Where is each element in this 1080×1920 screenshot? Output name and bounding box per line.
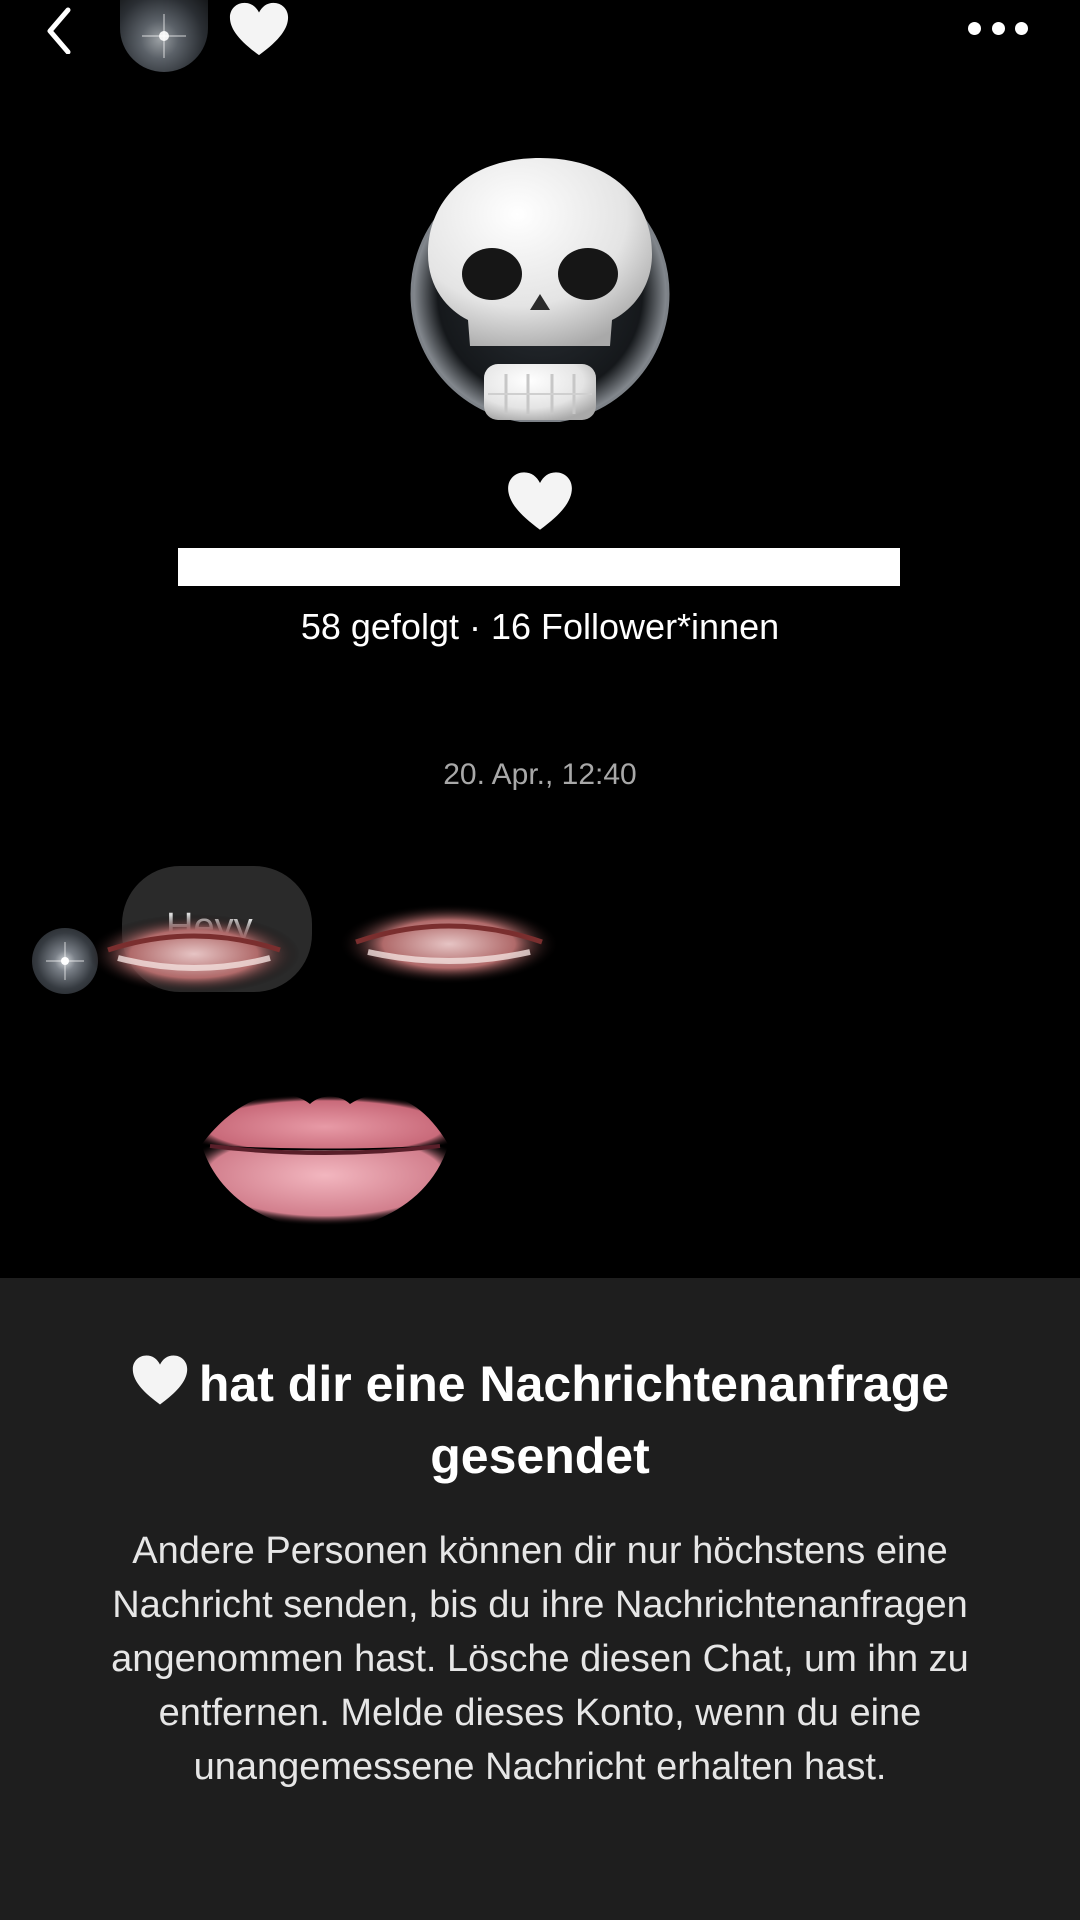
request-description: Andere Personen können dir nur höchstens… xyxy=(111,1530,969,1788)
profile-avatar[interactable] xyxy=(408,158,672,424)
closed-eye-sticker-right xyxy=(339,904,559,984)
ellipsis-dot xyxy=(991,21,1005,35)
ellipsis-dot xyxy=(968,21,981,35)
white-heart-icon xyxy=(132,1355,188,1405)
request-title: hat dir eine Nachrichtenanfrage gesendet xyxy=(60,1348,1020,1492)
redacted-username xyxy=(178,548,900,586)
chevron-left-icon xyxy=(47,7,71,55)
white-heart-icon xyxy=(508,472,572,530)
header-avatar[interactable] xyxy=(120,0,208,72)
back-button[interactable] xyxy=(36,4,86,55)
avatar-sparkle xyxy=(142,14,186,58)
closed-eye-sticker-left xyxy=(88,914,300,994)
ellipsis-dot xyxy=(1015,21,1028,35)
request-title-text: hat dir eine Nachrichtenanfrage gesendet xyxy=(198,1356,950,1484)
message-timestamp: 20. Apr., 12:40 xyxy=(443,758,637,791)
more-options-button[interactable] xyxy=(968,18,1028,38)
white-heart-icon xyxy=(229,2,289,56)
follow-stats[interactable]: 58 gefolgt · 16 Follower*innen xyxy=(0,606,1080,648)
chat-header xyxy=(0,0,1080,72)
skull-icon xyxy=(410,158,670,424)
lips-sticker xyxy=(202,1094,448,1230)
